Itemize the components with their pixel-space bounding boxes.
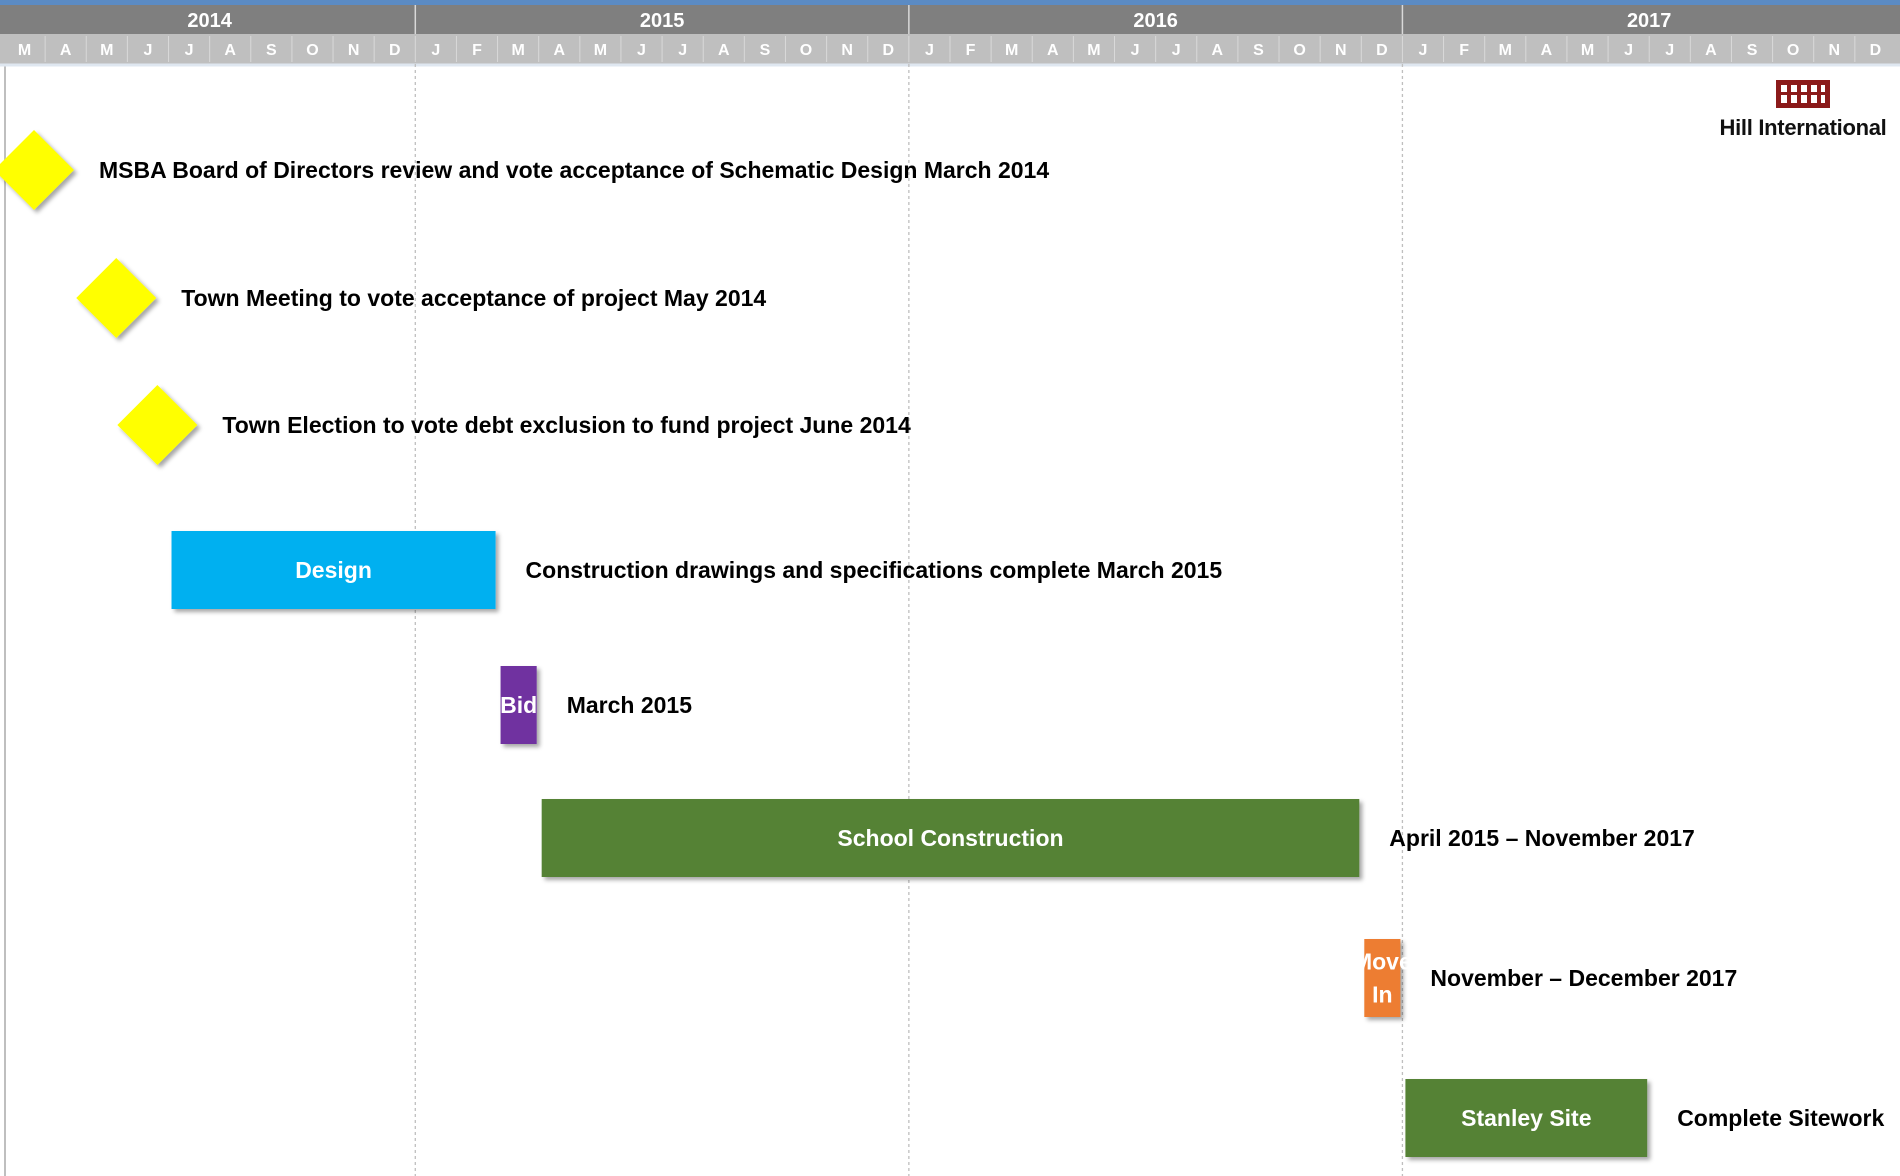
milestone-label: Town Election to vote debt exclusion to …	[222, 412, 911, 438]
month-label: M	[100, 42, 113, 59]
month-label: S	[760, 42, 771, 59]
month-label: O	[800, 42, 812, 59]
month-label: D	[1376, 42, 1388, 59]
month-label: J	[1419, 42, 1428, 59]
gantt-row: Move In November – December 2017	[1353, 939, 1737, 1017]
gantt-row: MSBA Board of Directors review and vote …	[0, 130, 1049, 210]
month-label: J	[1172, 42, 1181, 59]
month-label: M	[1499, 42, 1512, 59]
header-top-border	[0, 0, 1900, 5]
year-label: 2016	[1133, 10, 1178, 32]
milestone-label: Town Meeting to vote acceptance of proje…	[181, 285, 766, 311]
month-label: D	[883, 42, 895, 59]
year-label: 2017	[1627, 10, 1672, 32]
task-label: November – December 2017	[1430, 965, 1737, 991]
task-bar-text: Design	[295, 557, 372, 583]
month-label: M	[1581, 42, 1594, 59]
month-label: J	[185, 42, 194, 59]
milestone-diamond	[117, 385, 198, 465]
month-label: M	[18, 42, 31, 59]
milestone-diamond	[76, 258, 157, 338]
month-label: J	[1131, 42, 1140, 59]
hill-logo-icon	[1776, 80, 1830, 108]
month-label: M	[511, 42, 524, 59]
month-label: D	[1870, 42, 1882, 59]
month-label: J	[144, 42, 153, 59]
month-label: N	[348, 42, 360, 59]
year-label: 2014	[187, 10, 232, 32]
month-label: N	[1829, 42, 1841, 59]
task-bar-text: In	[1372, 982, 1392, 1008]
month-label: A	[224, 42, 236, 59]
month-label: A	[553, 42, 565, 59]
year-band	[0, 5, 1900, 34]
month-label: F	[472, 42, 482, 59]
task-bar-text: Move	[1353, 949, 1412, 975]
year-label: 2015	[640, 10, 685, 32]
task-label: Construction drawings and specifications…	[526, 557, 1223, 583]
gantt-row: Town Meeting to vote acceptance of proje…	[76, 258, 766, 338]
month-label: O	[1787, 42, 1799, 59]
month-label: J	[925, 42, 934, 59]
hill-logo-text: Hill International	[1719, 115, 1887, 140]
hill-logo: Hill International	[1718, 80, 1888, 150]
month-label: A	[1705, 42, 1717, 59]
task-label: Complete Sitework	[1677, 1105, 1884, 1131]
month-label: M	[1005, 42, 1018, 59]
month-label: J	[1624, 42, 1633, 59]
month-label: A	[1047, 42, 1059, 59]
month-label: O	[1293, 42, 1305, 59]
gantt-row: Town Election to vote debt exclusion to …	[117, 385, 911, 465]
month-label: N	[841, 42, 853, 59]
gantt-row: Design Construction drawings and specific…	[171, 531, 1223, 609]
month-label: S	[266, 42, 277, 59]
gantt-row: Bid March 2015	[500, 666, 692, 744]
month-label: O	[306, 42, 318, 59]
month-label: A	[718, 42, 730, 59]
month-label: S	[1747, 42, 1758, 59]
month-label: A	[60, 42, 72, 59]
gantt-chart: 2014 2015 2016 2017 M A M J J A S O N D J F M A M J J A S O N D J F…	[0, 0, 1900, 1176]
task-bar-text: School Construction	[837, 825, 1063, 851]
month-label: A	[1541, 42, 1553, 59]
gantt-row: School Construction April 2015 – November…	[541, 799, 1695, 877]
task-label: April 2015 – November 2017	[1389, 825, 1695, 851]
month-label: J	[637, 42, 646, 59]
milestone-label: MSBA Board of Directors review and vote …	[99, 157, 1049, 183]
month-label: N	[1335, 42, 1347, 59]
month-label: F	[966, 42, 976, 59]
month-label: M	[594, 42, 607, 59]
month-label: J	[1665, 42, 1674, 59]
task-bar-text: Bid	[500, 692, 537, 718]
month-label: S	[1253, 42, 1264, 59]
month-label: J	[678, 42, 687, 59]
month-label: A	[1212, 42, 1224, 59]
month-label: M	[1087, 42, 1100, 59]
task-label: March 2015	[567, 692, 693, 718]
month-label: D	[389, 42, 401, 59]
gantt-row: Stanley Site Complete Sitework	[1405, 1079, 1884, 1157]
month-label: F	[1459, 42, 1469, 59]
month-label: J	[431, 42, 440, 59]
task-bar-text: Stanley Site	[1461, 1105, 1591, 1131]
milestone-diamond	[0, 130, 74, 210]
gantt-stage: 2014 2015 2016 2017 M A M J J A S O N D J F M A M J J A S O N D J F…	[0, 0, 1900, 1176]
